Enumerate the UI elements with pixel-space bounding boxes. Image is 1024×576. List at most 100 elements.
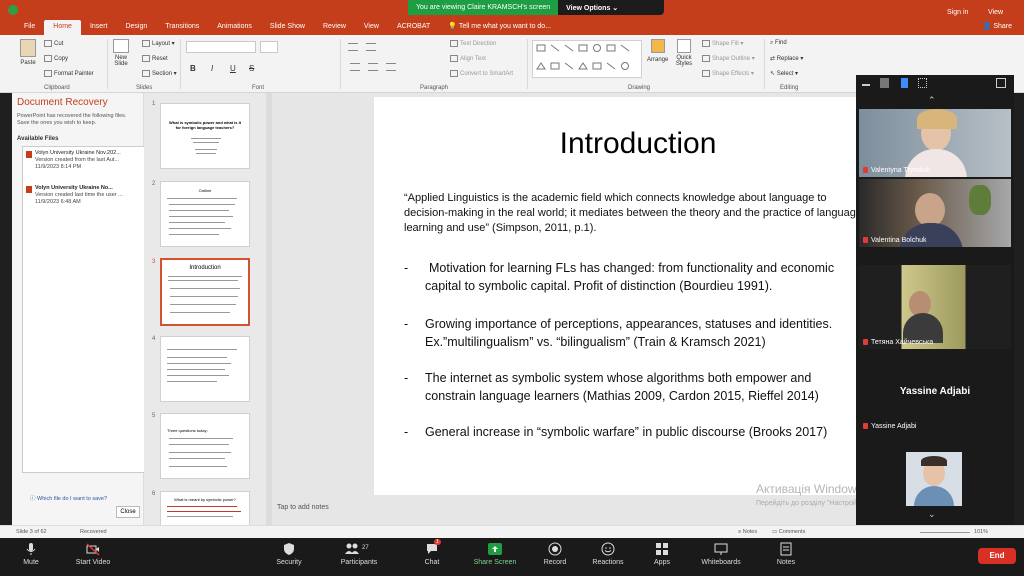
zoom-level[interactable]: 101%: [974, 529, 988, 535]
slide-thumbnail[interactable]: [160, 336, 250, 402]
text-direction-button[interactable]: Text Direction: [450, 40, 496, 47]
participant-video[interactable]: Valentyna Tryndiuk: [859, 109, 1011, 177]
scroll-down-icon[interactable]: ⌄: [928, 509, 936, 520]
layout-button[interactable]: Layout ▾: [142, 40, 175, 47]
ribbon-tabs: File Home Insert Design Transitions Anim…: [0, 20, 1024, 35]
bold-button[interactable]: B: [190, 64, 196, 73]
arrange-button[interactable]: Arrange: [647, 39, 668, 63]
slide-title[interactable]: Introduction: [374, 127, 858, 161]
apps-button[interactable]: Apps: [650, 540, 674, 566]
align-center-icon[interactable]: [368, 63, 378, 71]
recovered-file-item[interactable]: Volyn University Ukraine No... Version c…: [23, 185, 150, 206]
popout-icon[interactable]: [996, 78, 1006, 88]
shape-effects-button[interactable]: Shape Effects ▾: [702, 70, 754, 77]
security-button[interactable]: Security: [272, 540, 306, 566]
thumb-line: [169, 444, 229, 445]
sign-in-link[interactable]: Sign in: [947, 9, 968, 16]
tab-slide-show[interactable]: Slide Show: [261, 20, 314, 35]
quick-styles-button[interactable]: Quick Styles: [675, 39, 693, 67]
notes-placeholder[interactable]: Tap to add notes: [277, 504, 329, 511]
italic-button[interactable]: I: [211, 64, 213, 73]
new-slide-button[interactable]: New Slide: [112, 39, 130, 67]
strikethrough-button[interactable]: S: [249, 64, 254, 73]
participants-button[interactable]: 27 Participants: [336, 540, 382, 566]
chat-button[interactable]: 1 Chat: [420, 539, 444, 566]
numbering-icon[interactable]: [366, 43, 376, 51]
tab-review[interactable]: Review: [314, 20, 355, 35]
view-icon[interactable]: View: [988, 9, 1003, 16]
record-button[interactable]: Record: [540, 540, 570, 566]
format-painter-button[interactable]: Format Painter: [44, 70, 94, 77]
slide-thumbnail-selected[interactable]: Introduction: [160, 258, 250, 326]
scroll-up-icon[interactable]: ⌃: [928, 95, 936, 106]
save-icon[interactable]: [8, 5, 18, 15]
speaker-view-icon[interactable]: [880, 78, 889, 88]
align-left-icon[interactable]: [350, 63, 360, 71]
slide-thumbnail[interactable]: Outline: [160, 181, 250, 247]
font-size-box[interactable]: [260, 41, 278, 53]
participant-hair: [917, 109, 957, 129]
close-button[interactable]: Close: [116, 506, 140, 518]
bullet-line: Growing importance of perceptions, appea…: [425, 317, 833, 331]
slide-quote[interactable]: “Applied Linguistics is the academic fie…: [404, 191, 858, 236]
align-right-icon[interactable]: [386, 63, 396, 71]
minimize-icon[interactable]: [862, 78, 870, 86]
file-name: Volyn University Ukraine No...: [35, 185, 113, 191]
zoom-slider[interactable]: [920, 532, 970, 533]
view-options-button[interactable]: View Options ⌄: [558, 4, 626, 12]
paste-label: Paste: [20, 60, 36, 66]
replace-button[interactable]: ⇄ Replace ▾: [770, 55, 803, 62]
start-video-button[interactable]: Start Video: [70, 540, 116, 566]
bullets-icon[interactable]: [348, 43, 358, 51]
tab-insert[interactable]: Insert: [81, 20, 117, 35]
tab-transitions[interactable]: Transitions: [156, 20, 208, 35]
tab-design[interactable]: Design: [116, 20, 156, 35]
tab-home[interactable]: Home: [44, 20, 81, 35]
share-screen-button[interactable]: Share Screen: [470, 540, 520, 566]
convert-smartart-button[interactable]: Convert to SmartArt: [450, 70, 513, 77]
slide-thumbnail[interactable]: Three questions today:: [160, 413, 250, 479]
participant-video[interactable]: [906, 452, 962, 506]
copy-button[interactable]: Copy: [44, 55, 68, 62]
font-name-box[interactable]: [186, 41, 256, 53]
file-name: Volyn University Ukraine Nov.202...: [35, 150, 121, 156]
which-file-link[interactable]: ⓘ Which file do I want to save?: [30, 494, 107, 502]
vertical-scrollbar[interactable]: [266, 93, 272, 525]
reset-button[interactable]: Reset: [142, 55, 168, 62]
section-button[interactable]: Section ▾: [142, 70, 177, 77]
tab-acrobat[interactable]: ACROBAT: [388, 20, 439, 35]
find-button[interactable]: ⌕ Find: [770, 40, 787, 47]
slide-canvas[interactable]: Introduction “Applied Linguistics is the…: [374, 97, 858, 495]
reactions-button[interactable]: Reactions: [588, 540, 628, 566]
select-button[interactable]: ↖ Select ▾: [770, 70, 798, 77]
comments-toggle[interactable]: ▭ Comments: [772, 529, 805, 535]
participant-video[interactable]: Valentina Bolchuk: [859, 179, 1011, 247]
mute-button[interactable]: Mute: [18, 540, 44, 566]
participants-count: 27: [362, 545, 369, 551]
end-meeting-button[interactable]: End: [978, 548, 1016, 564]
participant-video[interactable]: Тетяна Хайчевська: [859, 265, 1011, 349]
participant-name: Yassine Adjabi: [863, 423, 916, 430]
shapes-gallery[interactable]: [532, 40, 642, 78]
replace-icon: ⇄: [770, 56, 777, 62]
shape-fill-button[interactable]: Shape Fill ▾: [702, 40, 743, 47]
align-text-button[interactable]: Align Text: [450, 55, 486, 62]
share-button[interactable]: 👤 Share: [974, 20, 1024, 35]
cut-button[interactable]: Cut: [44, 40, 63, 47]
tab-animations[interactable]: Animations: [208, 20, 261, 35]
notes-button[interactable]: Notes: [772, 540, 800, 566]
underline-button[interactable]: U: [230, 64, 236, 73]
whiteboards-button[interactable]: Whiteboards: [696, 540, 746, 566]
tab-view[interactable]: View: [355, 20, 388, 35]
paste-button[interactable]: Paste: [20, 39, 36, 66]
shape-outline-button[interactable]: Shape Outline ▾: [702, 55, 755, 62]
strip-view-icon[interactable]: [901, 78, 908, 88]
notes-toggle[interactable]: ≡ Notes: [738, 529, 757, 535]
tell-me-box[interactable]: 💡 Tell me what you want to do...: [439, 20, 560, 35]
slide-thumbnail[interactable]: What is symbolic power and what is it fo…: [160, 103, 250, 169]
grid-view-icon[interactable]: [918, 78, 927, 88]
slide-thumbnail[interactable]: What is meant by symbolic power?: [160, 491, 250, 525]
recovered-file-item[interactable]: Volyn University Ukraine Nov.202... Vers…: [23, 150, 150, 171]
section-label: Section: [152, 71, 173, 78]
tab-file[interactable]: File: [0, 20, 44, 35]
